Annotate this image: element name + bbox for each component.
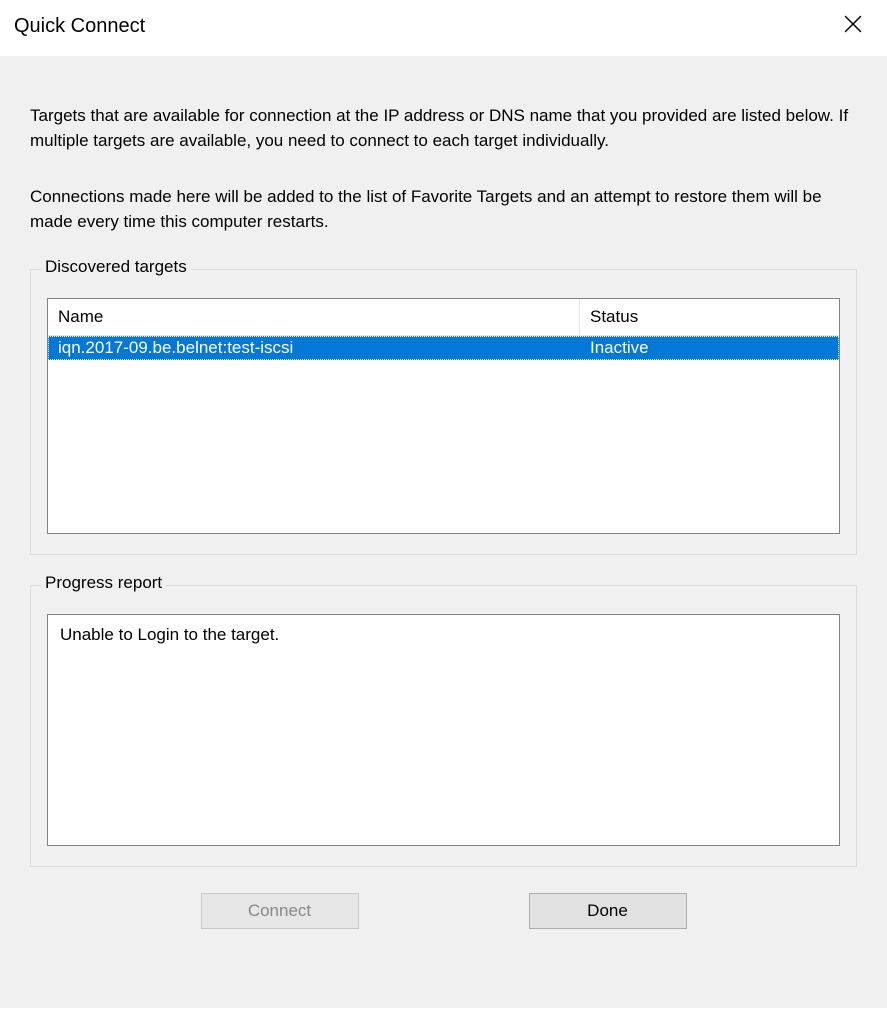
description-para-2: Connections made here will be added to t…: [30, 185, 857, 234]
progress-report-box: Unable to Login to the target.: [47, 614, 840, 846]
progress-message: Unable to Login to the target.: [60, 625, 827, 645]
target-status-cell: Inactive: [580, 336, 839, 360]
close-icon: [844, 15, 862, 38]
column-header-status[interactable]: Status: [580, 299, 839, 335]
target-name-cell: iqn.2017-09.be.belnet:test-iscsi: [48, 336, 580, 360]
done-button[interactable]: Done: [529, 893, 687, 929]
description-para-1: Targets that are available for connectio…: [30, 104, 857, 153]
column-header-name[interactable]: Name: [48, 299, 580, 335]
dialog-title: Quick Connect: [14, 15, 145, 38]
close-button[interactable]: [833, 10, 873, 42]
titlebar: Quick Connect: [0, 0, 887, 56]
description-text: Targets that are available for connectio…: [30, 104, 857, 235]
table-row[interactable]: iqn.2017-09.be.belnet:test-iscsi Inactiv…: [48, 336, 839, 360]
connect-button: Connect: [201, 893, 359, 929]
targets-list-header: Name Status: [48, 299, 839, 336]
discovered-targets-group: Discovered targets Name Status iqn.2017-…: [30, 269, 857, 555]
targets-list[interactable]: Name Status iqn.2017-09.be.belnet:test-i…: [47, 298, 840, 534]
button-row: Connect Done: [30, 893, 857, 929]
targets-list-rows: iqn.2017-09.be.belnet:test-iscsi Inactiv…: [48, 336, 839, 533]
progress-report-group: Progress report Unable to Login to the t…: [30, 585, 857, 867]
progress-report-legend: Progress report: [41, 573, 166, 593]
discovered-targets-legend: Discovered targets: [41, 257, 191, 277]
dialog-content: Targets that are available for connectio…: [0, 56, 887, 1008]
